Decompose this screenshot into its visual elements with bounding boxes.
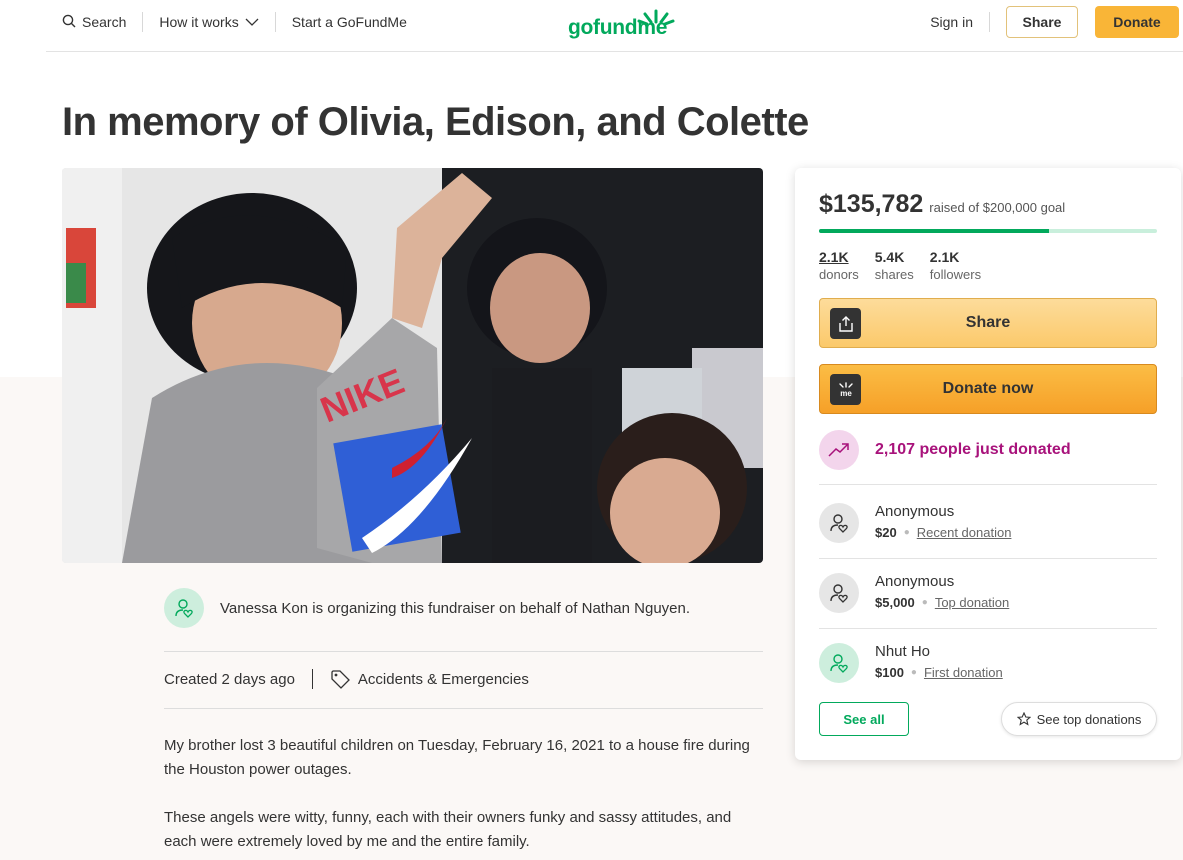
just-donated-text: 2,107 people just donated: [875, 441, 1071, 458]
start-gofundme-link[interactable]: Start a GoFundMe: [292, 14, 407, 30]
stat-followers: 2.1K followers: [930, 249, 981, 283]
person-heart-icon: [175, 599, 193, 618]
how-it-works-menu[interactable]: How it works: [159, 14, 259, 30]
donation-amount: $100: [875, 665, 904, 680]
just-donated-row: 2,107 people just donated: [819, 430, 1071, 470]
donor-name: Nhut Ho: [875, 643, 931, 660]
donation-item: Anonymous $5,000 ● Top donation: [819, 572, 1009, 613]
bullet-separator: ●: [903, 527, 910, 538]
divider: [819, 628, 1157, 629]
stat-label: donors: [819, 267, 859, 282]
created-date: Created 2 days ago: [164, 670, 295, 688]
stat-donors[interactable]: 2.1K donors: [819, 249, 859, 283]
sign-in-link[interactable]: Sign in: [930, 14, 973, 30]
divider: [164, 708, 763, 709]
donation-item: Anonymous $20 ● Recent donation: [819, 502, 1011, 543]
nav-divider: [989, 12, 990, 32]
meta-divider: [311, 669, 313, 689]
nav-divider: [142, 12, 144, 32]
divider: [819, 484, 1157, 485]
organizer-row: Vanessa Kon is organizing this fundraise…: [164, 588, 690, 628]
stat-value: 2.1K: [819, 249, 849, 265]
see-top-donations-button[interactable]: See top donations: [1001, 702, 1157, 736]
star-icon: [1016, 712, 1031, 726]
person-heart-icon: [830, 514, 848, 533]
divider: [164, 651, 763, 652]
person-heart-icon: [830, 584, 848, 603]
donor-avatar: [819, 573, 859, 613]
donor-name: Anonymous: [875, 573, 955, 590]
donor-avatar: [819, 643, 859, 683]
divider: [819, 558, 1157, 559]
campaign-story: My brother lost 3 beautiful children on …: [164, 734, 764, 860]
search-link[interactable]: Search: [62, 14, 126, 31]
campaign-photo[interactable]: NIKE: [62, 168, 763, 563]
stat-label: followers: [929, 267, 982, 282]
top-nav: Search How it works Start a GoFundMe gof…: [46, 0, 1183, 52]
category-link[interactable]: Accidents & Emergencies: [330, 669, 529, 689]
nav-right: Sign in Share Donate: [930, 6, 1179, 38]
donate-now-button[interactable]: me Donate now: [819, 364, 1157, 414]
donation-amount: $5,000: [875, 595, 915, 610]
stat-shares: 5.4K shares: [875, 249, 914, 283]
donation-tag-link[interactable]: Top donation: [935, 595, 1009, 610]
donation-item: Nhut Ho $100 ● First donation: [819, 642, 1003, 683]
bullet-separator: ●: [921, 597, 928, 608]
raised-summary: $135,782 raised of $200,000 goal: [819, 190, 1065, 219]
logo-text: gofundme: [568, 16, 668, 39]
donate-now-label: Donate now: [942, 380, 1034, 397]
share-button[interactable]: Share: [819, 298, 1157, 348]
campaign-meta: Created 2 days ago Accidents & Emergenci…: [164, 669, 529, 689]
donor-name: Anonymous: [875, 503, 955, 520]
chevron-down-icon: [245, 14, 259, 30]
campaign-title: In memory of Olivia, Edison, and Colette: [62, 100, 809, 144]
progress-fill: [819, 229, 1049, 233]
person-heart-icon: [830, 654, 848, 673]
bullet-separator: ●: [910, 667, 917, 678]
stat-label: shares: [874, 267, 914, 282]
start-gofundme-label: Start a GoFundMe: [291, 14, 407, 30]
photo-illustration: NIKE: [62, 168, 763, 563]
story-paragraph: My brother lost 3 beautiful children on …: [164, 737, 750, 778]
category-label: Accidents & Emergencies: [357, 670, 529, 688]
stat-value: 5.4K: [874, 249, 905, 265]
nav-left: Search How it works Start a GoFundMe: [62, 0, 407, 44]
stats-row: 2.1K donors 5.4K shares 2.1K followers: [819, 249, 981, 283]
progress-bar: [819, 229, 1157, 233]
how-it-works-label: How it works: [159, 14, 239, 30]
raised-goal: raised of $200,000 goal: [929, 200, 1066, 215]
see-top-donations-label: See top donations: [1036, 711, 1142, 727]
gofundme-logo[interactable]: gofundme: [566, 6, 678, 40]
svg-text:me: me: [840, 389, 852, 398]
tag-icon: [331, 670, 350, 689]
share-button-label: Share: [965, 314, 1011, 331]
stat-value: 2.1K: [929, 249, 960, 265]
donation-card: $135,782 raised of $200,000 goal 2.1K do…: [795, 168, 1181, 760]
organizer-avatar: [164, 588, 204, 628]
organizer-text: Vanessa Kon is organizing this fundraise…: [220, 599, 691, 617]
share-upload-icon: [830, 308, 861, 339]
search-label: Search: [82, 14, 127, 30]
story-paragraph: These angels were witty, funny, each wit…: [164, 809, 732, 850]
raised-amount: $135,782: [819, 190, 924, 218]
donor-avatar: [819, 503, 859, 543]
donation-tag-link[interactable]: First donation: [924, 665, 1003, 680]
share-button-header[interactable]: Share: [1006, 6, 1078, 38]
donation-tag-link[interactable]: Recent donation: [917, 525, 1012, 540]
donate-button-header[interactable]: Donate: [1095, 6, 1179, 38]
nav-divider: [274, 12, 276, 32]
see-all-button[interactable]: See all: [819, 702, 909, 736]
trending-up-icon: [819, 430, 859, 470]
donation-amount: $20: [875, 525, 897, 540]
search-icon: [62, 14, 76, 31]
gofundme-me-icon: me: [830, 374, 861, 405]
